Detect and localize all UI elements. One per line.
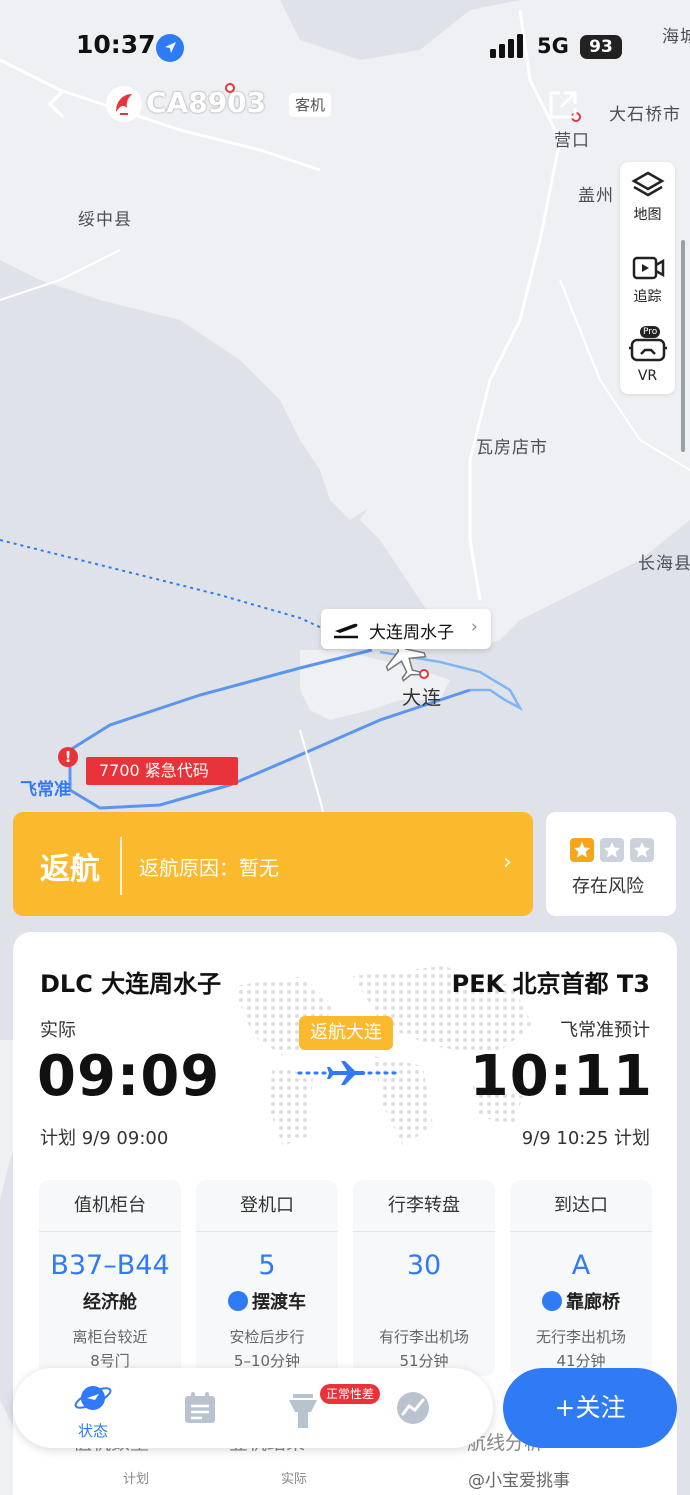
chevron-right-icon: › xyxy=(471,617,478,637)
baggage-title: 行李转盘 xyxy=(353,1180,495,1232)
gate-number: 5 xyxy=(258,1250,276,1281)
star-empty-icon xyxy=(600,838,624,862)
return-reason: 返航原因：暂无 xyxy=(139,856,279,880)
control-tower-icon xyxy=(289,1394,317,1428)
gate-boarding-label: 摆渡车 xyxy=(252,1292,306,1313)
baggage-carousel: 30 xyxy=(406,1250,442,1281)
info-box-baggage[interactable]: 行李转盘 30 有行李出机场 51分钟 xyxy=(353,1180,495,1376)
tool-map-label: 地图 xyxy=(633,207,662,223)
follow-button[interactable]: +关注 xyxy=(503,1368,677,1448)
baggage-note: 有行李出机场 xyxy=(378,1328,469,1346)
bottom-nav: 状态 正常性差 xyxy=(13,1368,493,1448)
flight-status-pill: 返航大连 xyxy=(299,1016,393,1050)
trend-chart-icon xyxy=(397,1392,429,1424)
map-label-changhai: 长海县 xyxy=(638,554,690,574)
map-label-dalian: 大连 xyxy=(402,687,443,709)
flight-number[interactable]: CA8903 xyxy=(146,86,266,119)
location-arrow-icon xyxy=(156,34,184,62)
status-bar: 10:37 5G 93 xyxy=(0,0,690,90)
arrival-plan: 9/9 10:25 计划 xyxy=(521,1128,650,1149)
arrival-exit-type: 靠廊桥 xyxy=(510,1288,652,1314)
airport-chip-label: 大连周水子 xyxy=(369,623,454,643)
checkin-class: 经济舱 xyxy=(83,1292,137,1313)
layers-icon xyxy=(630,171,665,197)
jet-bridge-icon xyxy=(542,1291,562,1311)
share-button[interactable] xyxy=(546,88,580,122)
tool-track-label: 追踪 xyxy=(633,289,662,305)
arrival-exit-note: 无行李出机场 xyxy=(535,1328,626,1346)
lower-actual-tag: 实际 xyxy=(281,1472,308,1487)
map-tools-panel: 地图 追踪 Pro VR xyxy=(620,162,675,394)
vr-headset-icon xyxy=(628,338,667,362)
nav-status[interactable]: 状态 xyxy=(53,1368,133,1448)
risk-card[interactable]: 存在风险 xyxy=(546,812,676,916)
arrival-time: 10:11 xyxy=(469,1044,653,1109)
calendar-icon xyxy=(185,1392,215,1423)
checkin-title: 值机柜台 xyxy=(39,1180,181,1232)
return-title: 返航 xyxy=(40,852,100,887)
map-watermark: 飞常准 xyxy=(20,780,71,800)
gate-note: 安检后步行 xyxy=(229,1328,305,1346)
info-box-checkin[interactable]: 值机柜台 B37–B44 经济舱 离柜台较近 8号门 xyxy=(39,1180,181,1376)
emergency-code-tag[interactable]: 7700 紧急代码 xyxy=(86,757,238,785)
arrival-exit-type-label: 靠廊桥 xyxy=(566,1292,620,1313)
airline-logo xyxy=(106,86,142,122)
planet-plane-icon xyxy=(74,1386,112,1410)
back-button[interactable] xyxy=(40,86,76,122)
checkin-note: 离柜台较近 xyxy=(72,1328,148,1346)
departure-plan: 计划 9/9 09:00 xyxy=(40,1128,169,1149)
tool-map-layers[interactable]: 地图 xyxy=(620,170,675,224)
tool-vr[interactable]: Pro VR xyxy=(620,326,675,384)
more-button[interactable]: ··· xyxy=(620,100,653,133)
return-banner[interactable]: 返航 返航原因：暂无 › xyxy=(13,812,533,916)
tool-vr-label: VR xyxy=(637,368,658,384)
video-track-icon xyxy=(632,256,664,280)
nav-airport[interactable] xyxy=(263,1368,343,1448)
tool-track[interactable]: 追踪 xyxy=(620,254,675,306)
air-china-phoenix-icon xyxy=(116,94,132,115)
checkin-counter: B37–B44 xyxy=(50,1250,170,1281)
nav-trends[interactable] xyxy=(373,1368,453,1448)
map-label-wafangdian: 瓦房店市 xyxy=(476,438,548,458)
divider xyxy=(120,837,122,895)
share-icon xyxy=(549,91,577,119)
arrival-time-kind: 飞常准预计 xyxy=(560,1020,650,1041)
arrival-airport[interactable]: PEK 北京首都 T3 xyxy=(452,964,650,999)
network-type: 5G xyxy=(537,34,569,58)
map-label-gaizhou: 盖州 xyxy=(578,186,614,206)
status-time: 10:37 xyxy=(76,30,156,59)
battery-indicator: 93 xyxy=(580,35,622,59)
risk-stars xyxy=(570,838,660,864)
gate-title: 登机口 xyxy=(196,1180,338,1232)
lower-plan-tag: 计划 xyxy=(123,1472,150,1487)
signal-icon xyxy=(490,34,523,58)
map-scroll-indicator[interactable] xyxy=(681,240,685,452)
arrival-exit-value: A xyxy=(571,1250,591,1281)
arrival-exit-title: 到达口 xyxy=(510,1180,652,1232)
vr-pro-badge: Pro xyxy=(640,326,661,338)
nav-status-label: 状态 xyxy=(77,1422,108,1440)
airport-chip[interactable]: 大连周水子 › xyxy=(321,609,491,649)
on-time-badge: 正常性差 xyxy=(320,1384,381,1404)
gate-boarding-type: 摆渡车 xyxy=(196,1288,338,1314)
shuttle-bus-icon xyxy=(228,1291,248,1311)
info-box-gate[interactable]: 登机口 5 摆渡车 安检后步行 5–10分钟 xyxy=(196,1180,338,1376)
risk-label: 存在风险 xyxy=(572,876,644,897)
departure-time-kind: 实际 xyxy=(40,1020,76,1041)
info-box-arrival-exit[interactable]: 到达口 A 靠廊桥 无行李出机场 41分钟 xyxy=(510,1180,652,1376)
route-plane-icon xyxy=(297,1061,397,1085)
chevron-right-icon: › xyxy=(503,850,512,875)
star-filled-icon xyxy=(570,838,594,862)
plane-takeoff-icon xyxy=(334,623,358,639)
weibo-watermark: @小宝爱挑事 xyxy=(468,1471,570,1491)
map-label-yingkou: 营口 xyxy=(554,131,590,151)
star-empty-icon xyxy=(630,838,654,862)
departure-time: 09:09 xyxy=(37,1044,221,1109)
alert-marker-icon[interactable]: ! xyxy=(58,747,78,767)
chevron-left-icon xyxy=(48,90,64,118)
departure-airport[interactable]: DLC 大连周水子 xyxy=(40,964,221,999)
aircraft-type-tag: 客机 xyxy=(289,93,332,117)
nav-schedule[interactable] xyxy=(160,1368,240,1448)
map-label-suizhong: 绥中县 xyxy=(78,210,132,230)
